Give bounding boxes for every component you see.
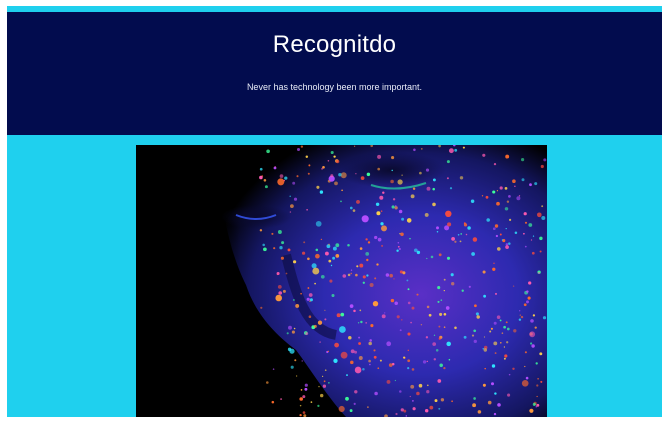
- page-background: Recognitdo Never has technology been mor…: [7, 6, 662, 417]
- site-header: Recognitdo Never has technology been mor…: [7, 12, 662, 135]
- hero-image: [136, 145, 547, 417]
- site-tagline: Never has technology been more important…: [246, 82, 423, 92]
- bottom-strip: [0, 417, 662, 422]
- neon-face-image-icon: [136, 145, 547, 417]
- site-title: Recognitdo: [272, 31, 397, 58]
